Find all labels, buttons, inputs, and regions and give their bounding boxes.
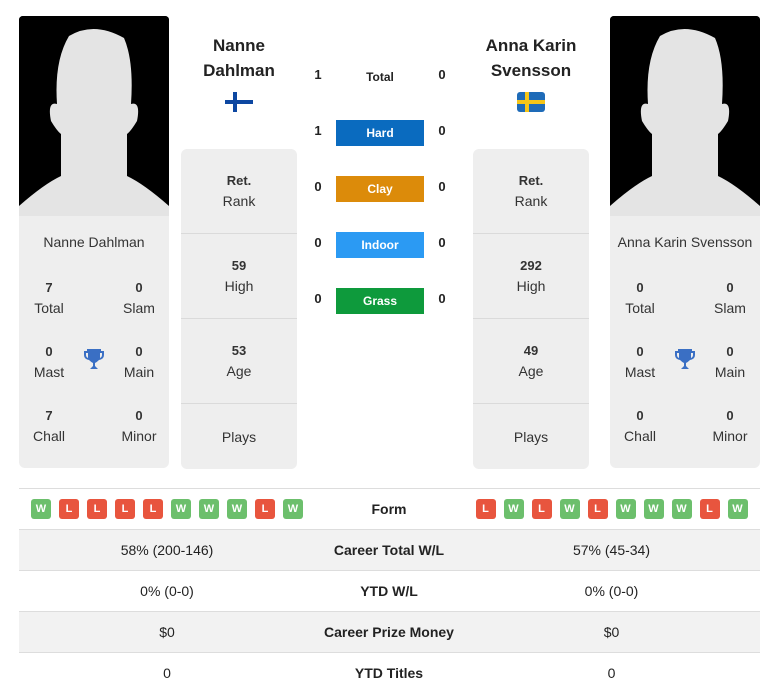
h2h-p1-clay: 0 bbox=[314, 179, 322, 194]
form-win-badge[interactable]: W bbox=[643, 499, 664, 519]
form-win-badge[interactable]: W bbox=[615, 499, 636, 519]
player2-form: LWLWLWWWLW bbox=[463, 489, 760, 529]
player1-info-card: Nanne Dahlman 7 Total 0 Slam 0 Mast 0 Main 7… bbox=[19, 216, 169, 468]
player1-age: 53 Age bbox=[181, 319, 297, 404]
player1-total-titles: 7 Total bbox=[34, 280, 64, 316]
player1-rank-panel: Ret. Rank 59 High 53 Age Plays bbox=[181, 149, 297, 469]
form-loss-badge[interactable]: L bbox=[531, 499, 552, 519]
table-row-career-total-wl: 58% (200-146) Career Total W/L 57% (45-3… bbox=[19, 530, 760, 571]
player1-plays: Plays bbox=[221, 428, 257, 445]
h2h-p2-total: 0 bbox=[438, 67, 446, 82]
player1-form: WLLLLWWWLW bbox=[19, 489, 315, 529]
player2-minor-titles: 0 Minor bbox=[712, 408, 748, 444]
h2h-p2-hard: 0 bbox=[438, 123, 446, 138]
surface-total: Total bbox=[366, 70, 394, 84]
trophy-icon bbox=[675, 349, 695, 369]
table-row-ytd-titles: 0 YTD Titles 0 bbox=[19, 653, 760, 694]
form-loss-badge[interactable]: L bbox=[255, 499, 275, 519]
player2-plays: Plays bbox=[513, 428, 549, 445]
form-loss-badge[interactable]: L bbox=[87, 499, 107, 519]
h2h-p1-indoor: 0 bbox=[314, 235, 322, 250]
player1-name: Nanne Dahlman bbox=[43, 234, 145, 250]
table-row-ytd-wl: 0% (0-0) YTD W/L 0% (0-0) bbox=[19, 571, 760, 612]
form-loss-badge[interactable]: L bbox=[587, 499, 608, 519]
form-win-badge[interactable]: W bbox=[171, 499, 191, 519]
comparison-table: WLLLLWWWLW Form LWLWLWWWLW 58% (200-146)… bbox=[19, 488, 760, 694]
player2-mast-titles: 0 Mast bbox=[624, 344, 656, 380]
form-loss-badge[interactable]: L bbox=[699, 499, 720, 519]
surface-indoor[interactable]: Indoor bbox=[336, 232, 424, 258]
player1-heading[interactable]: Nanne Dahlman bbox=[169, 33, 309, 83]
career-total-wl-label: Career Total W/L bbox=[333, 542, 445, 558]
player1-slam-titles: 0 Slam bbox=[123, 280, 155, 316]
h2h-p2-clay: 0 bbox=[438, 179, 446, 194]
player1-main-titles: 0 Main bbox=[123, 344, 155, 380]
form-loss-badge[interactable]: L bbox=[475, 499, 496, 519]
player1-photo bbox=[19, 16, 169, 216]
player1-ytd-wl: 0% (0-0) bbox=[140, 583, 194, 599]
player2-career-prize-money: $0 bbox=[603, 624, 620, 640]
trophy-icon bbox=[84, 349, 104, 369]
player1-career-prize-money: $0 bbox=[159, 624, 175, 640]
player2-info-card: Anna Karin Svensson 0 Total 0 Slam 0 Mast 0… bbox=[610, 216, 760, 468]
silhouette-icon bbox=[610, 16, 760, 216]
h2h-p2-indoor: 0 bbox=[438, 235, 446, 250]
surface-grass[interactable]: Grass bbox=[336, 288, 424, 314]
player2-ytd-wl: 0% (0-0) bbox=[584, 583, 639, 599]
player2-name: Anna Karin Svensson bbox=[617, 234, 753, 250]
form-win-badge[interactable]: W bbox=[199, 499, 219, 519]
h2h-p1-grass: 0 bbox=[314, 291, 322, 306]
player1-career-total-wl: 58% (200-146) bbox=[120, 542, 214, 558]
ytd-titles-label: YTD Titles bbox=[354, 665, 424, 681]
player2-slam-titles: 0 Slam bbox=[714, 280, 746, 316]
form-loss-badge[interactable]: L bbox=[59, 499, 79, 519]
form-win-badge[interactable]: W bbox=[31, 499, 51, 519]
player2-rank: Ret. Rank bbox=[473, 149, 589, 234]
form-win-badge[interactable]: W bbox=[671, 499, 692, 519]
form-label: Form bbox=[371, 501, 407, 517]
player2-rank-panel: Ret. Rank 292 High 49 Age Plays bbox=[473, 149, 589, 469]
form-win-badge[interactable]: W bbox=[283, 499, 303, 519]
table-row-form: WLLLLWWWLW Form LWLWLWWWLW bbox=[19, 489, 760, 530]
player1-ytd-titles: 0 bbox=[163, 665, 171, 681]
player2-chall-titles: 0 Chall bbox=[624, 408, 656, 444]
player2-high: 292 High bbox=[473, 234, 589, 319]
table-row-career-prize-money: $0 Career Prize Money $0 bbox=[19, 612, 760, 653]
form-win-badge[interactable]: W bbox=[227, 499, 247, 519]
h2h-p1-total: 1 bbox=[314, 67, 322, 82]
surface-clay[interactable]: Clay bbox=[336, 176, 424, 202]
form-win-badge[interactable]: W bbox=[727, 499, 748, 519]
player1-minor-titles: 0 Minor bbox=[121, 408, 157, 444]
player2-ytd-titles: 0 bbox=[607, 665, 616, 681]
form-win-badge[interactable]: W bbox=[503, 499, 524, 519]
player2-total-titles: 0 Total bbox=[625, 280, 655, 316]
player2-main-titles: 0 Main bbox=[714, 344, 746, 380]
form-loss-badge[interactable]: L bbox=[143, 499, 163, 519]
form-loss-badge[interactable]: L bbox=[115, 499, 135, 519]
player2-photo bbox=[610, 16, 760, 216]
player1-high: 59 High bbox=[181, 234, 297, 319]
h2h-p2-grass: 0 bbox=[438, 291, 446, 306]
h2h-p1-hard: 1 bbox=[314, 123, 322, 138]
career-prize-money-label: Career Prize Money bbox=[324, 624, 454, 640]
player2-age: 49 Age bbox=[473, 319, 589, 404]
player1-mast-titles: 0 Mast bbox=[33, 344, 65, 380]
ytd-wl-label: YTD W/L bbox=[360, 583, 418, 599]
player2-career-total-wl: 57% (45-34) bbox=[572, 542, 651, 558]
form-win-badge[interactable]: W bbox=[559, 499, 580, 519]
player1-chall-titles: 7 Chall bbox=[33, 408, 65, 444]
finland-flag-icon bbox=[225, 92, 253, 112]
player2-heading[interactable]: Anna Karin Svensson bbox=[461, 33, 601, 83]
surface-hard[interactable]: Hard bbox=[336, 120, 424, 146]
sweden-flag-icon bbox=[517, 92, 545, 112]
player1-rank: Ret. Rank bbox=[181, 149, 297, 234]
silhouette-icon bbox=[19, 16, 169, 216]
